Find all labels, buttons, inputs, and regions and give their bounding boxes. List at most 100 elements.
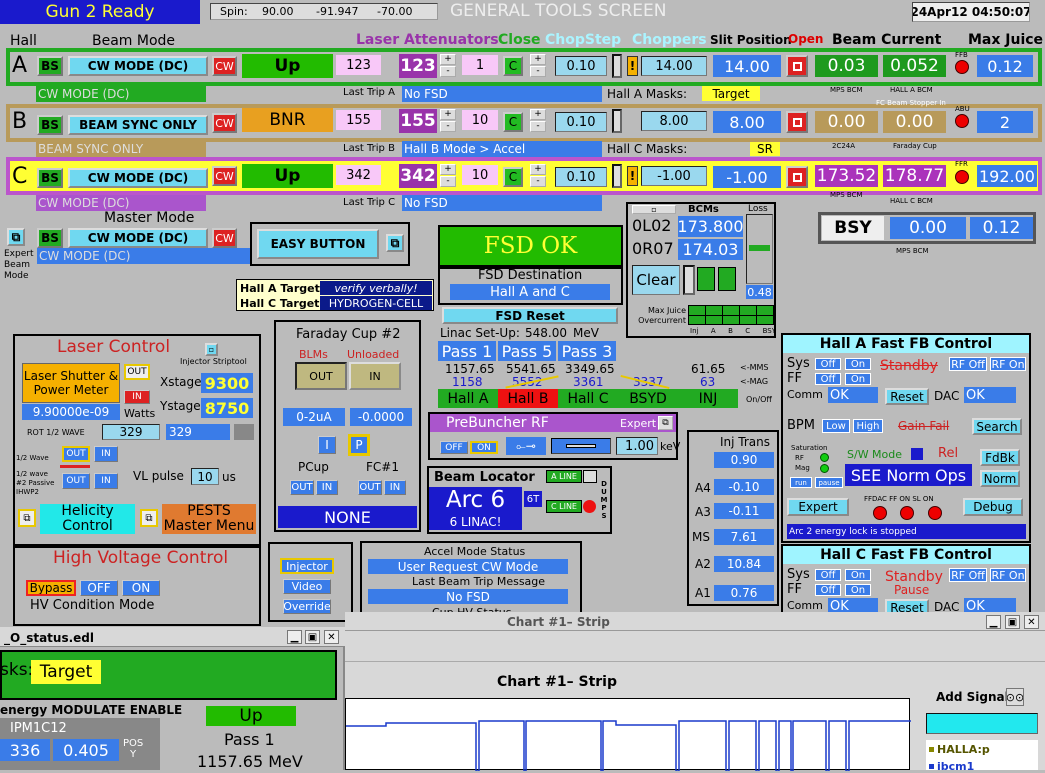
hall-b-close-input[interactable]: 10: [462, 110, 498, 130]
pests-master-menu-button[interactable]: PESTS Master Menu: [162, 504, 256, 534]
ffb-c-ff-on[interactable]: On: [845, 584, 871, 596]
ffb-a-debug-button[interactable]: Debug: [963, 498, 1023, 516]
pests-expand-icon[interactable]: ⧉: [140, 509, 158, 527]
ffb-a-reset-button[interactable]: Reset: [885, 388, 929, 405]
ffb-a-norm-button[interactable]: Norm: [980, 470, 1020, 487]
helicity-expand-icon[interactable]: ⧉: [18, 509, 36, 527]
strip-close[interactable]: ✕: [1024, 615, 1039, 629]
hv-bypass-button[interactable]: Bypass: [26, 580, 76, 596]
fc1-out-button[interactable]: OUT: [358, 480, 382, 495]
ffb-c-ff-off[interactable]: Off: [815, 584, 841, 596]
hall-b-bs-button[interactable]: BS: [37, 115, 63, 135]
hall-a-onoff[interactable]: Hall A: [438, 389, 498, 408]
faraday-in-button[interactable]: IN: [349, 362, 401, 390]
hall-a-open-button[interactable]: [786, 55, 808, 77]
prebuncher-off-button[interactable]: OFF: [440, 441, 468, 454]
ffb-a-expert-button[interactable]: Expert: [787, 498, 849, 516]
easy-button-expand-icon[interactable]: ⧉: [386, 234, 404, 252]
hall-c-close-button[interactable]: C: [503, 167, 523, 187]
video-menu-button[interactable]: Video: [283, 579, 331, 594]
faraday-p-button[interactable]: P: [348, 434, 370, 456]
hall-a-cw-button[interactable]: CW: [212, 56, 237, 76]
hall-c-att-minus[interactable]: -: [440, 176, 456, 187]
shutter-out-button[interactable]: OUT: [124, 364, 150, 380]
hall-c-chop-plus[interactable]: +: [530, 164, 546, 175]
signal-2-label[interactable]: ibcm1: [937, 761, 974, 772]
pcup-in-button[interactable]: IN: [316, 480, 338, 495]
hv-off-button[interactable]: OFF: [80, 580, 118, 596]
vl-pulse-input[interactable]: 10: [191, 468, 219, 485]
easy-button[interactable]: EASY BUTTON: [257, 229, 379, 259]
hall-a-chop-plus[interactable]: +: [530, 54, 546, 65]
bcms-expand-icon[interactable]: ▫: [632, 205, 676, 214]
hall-c-mode-menu[interactable]: CW MODE (DC): [68, 168, 208, 188]
ffb-a-ff-off[interactable]: Off: [815, 373, 841, 385]
hall-c-open-button[interactable]: [786, 166, 808, 188]
hall-b-onoff[interactable]: Hall B: [498, 389, 558, 408]
ffb-a-bpm-low[interactable]: Low: [822, 419, 850, 433]
prebuncher-value[interactable]: 1.00: [616, 437, 658, 455]
ffb-a-search-button[interactable]: Search: [972, 418, 1022, 435]
hall-a-att-minus[interactable]: -: [440, 66, 456, 77]
master-mode-menu[interactable]: CW MODE (DC): [68, 228, 208, 248]
status-window-minimize[interactable]: ▁: [287, 630, 302, 644]
hall-a-bs-button[interactable]: BS: [37, 56, 63, 76]
master-cw-button[interactable]: CW: [212, 228, 237, 248]
hall-a-mode-menu[interactable]: CW MODE (DC): [68, 56, 208, 76]
hall-a-att-input[interactable]: 123: [336, 55, 381, 75]
master-bs-button[interactable]: BS: [37, 228, 63, 248]
hall-b-att-input[interactable]: 155: [336, 110, 381, 130]
prebuncher-on-button[interactable]: ON: [470, 441, 498, 454]
binoculars-icon[interactable]: ⊙⊙: [1006, 688, 1024, 706]
signal-1-label[interactable]: HALLA:p: [937, 744, 990, 755]
hall-c-chop-minus[interactable]: -: [530, 176, 546, 187]
add-signal-input[interactable]: [926, 713, 1038, 734]
ffb-a-sys-on[interactable]: On: [845, 358, 871, 370]
hall-b-open-button[interactable]: [786, 111, 808, 133]
hall-a-chopstep-input[interactable]: 0.10: [555, 56, 607, 76]
half-wave-out-button[interactable]: OUT: [62, 446, 90, 462]
hall-c-att-input[interactable]: 342: [336, 165, 381, 185]
strip-maximize[interactable]: ▣: [1005, 615, 1020, 629]
ffb-c-sys-on[interactable]: On: [845, 569, 871, 581]
hall-a-close-button[interactable]: C: [503, 56, 523, 76]
inj-onoff[interactable]: INJ: [678, 389, 738, 408]
prebuncher-link-icon[interactable]: ⟜⊸: [506, 437, 546, 455]
ffb-a-rf-off[interactable]: RF Off: [949, 357, 987, 371]
ffb-c-rf-on[interactable]: RF On: [990, 568, 1026, 582]
override-menu-button[interactable]: Override: [283, 599, 331, 614]
ffb-a-fdbk-button[interactable]: FdBk: [980, 449, 1020, 466]
hall-c-chopper-input[interactable]: -1.00: [641, 166, 707, 186]
hall-a-close-input[interactable]: 1: [462, 55, 498, 75]
hall-a-att-plus[interactable]: +: [440, 54, 456, 65]
strip-minimize[interactable]: ▁: [986, 615, 1001, 629]
hall-c-onoff[interactable]: Hall C: [558, 389, 618, 408]
ffb-a-bpm-high[interactable]: High: [853, 419, 883, 433]
pcup-out-button[interactable]: OUT: [290, 480, 314, 495]
hall-a-chopper-input[interactable]: 14.00: [641, 56, 707, 76]
ffb-a-sys-off[interactable]: Off: [815, 358, 841, 370]
ffb-c-sys-off[interactable]: Off: [815, 569, 841, 581]
hall-c-chopstep-input[interactable]: 0.10: [555, 167, 607, 187]
hall-a-chop-minus[interactable]: -: [530, 66, 546, 77]
half-wave-2-in-button[interactable]: IN: [94, 473, 118, 489]
ffb-a-run-button[interactable]: run: [790, 477, 812, 488]
ffb-c-rf-off[interactable]: RF Off: [949, 568, 987, 582]
injector-striptool-button[interactable]: ▫: [205, 343, 218, 356]
hall-c-cw-button[interactable]: CW: [212, 166, 237, 186]
hall-b-cw-button[interactable]: CW: [212, 113, 237, 133]
helicity-control-button[interactable]: Helicity Control: [40, 504, 135, 534]
ffb-a-pause-button[interactable]: pause: [815, 477, 843, 488]
hall-b-att-plus[interactable]: +: [440, 109, 456, 120]
ffb-a-rf-on[interactable]: RF On: [990, 357, 1026, 371]
status-window-close[interactable]: ✕: [324, 630, 339, 644]
hall-b-chop-minus[interactable]: -: [530, 121, 546, 132]
rot-input[interactable]: 329: [102, 424, 160, 440]
half-wave-2-out-button[interactable]: OUT: [62, 473, 90, 489]
fc1-in-button[interactable]: IN: [384, 480, 406, 495]
bcms-clear-button[interactable]: Clear: [632, 265, 680, 295]
hall-b-mode-menu[interactable]: BEAM SYNC ONLY: [68, 115, 208, 135]
status-window-maximize[interactable]: ▣: [305, 630, 320, 644]
hall-b-close-button[interactable]: C: [503, 112, 523, 132]
hall-b-chop-plus[interactable]: +: [530, 109, 546, 120]
